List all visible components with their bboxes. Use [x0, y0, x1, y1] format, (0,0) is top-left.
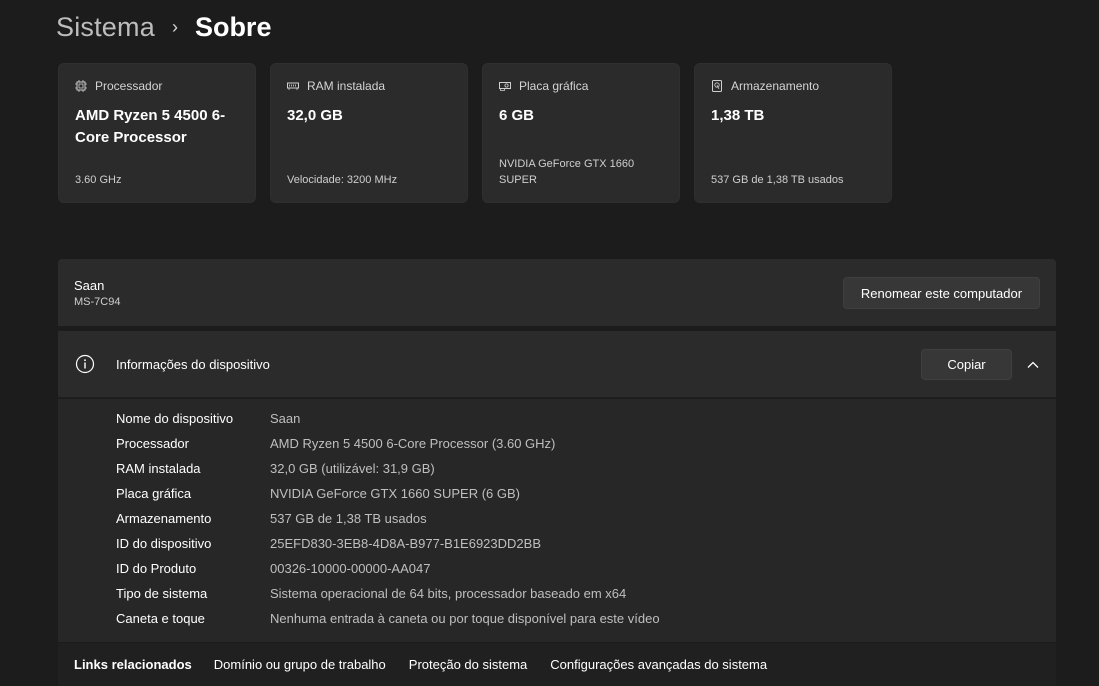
rename-computer-button[interactable]: Renomear este computador	[843, 277, 1040, 309]
spec-key: Placa gráfica	[116, 485, 192, 501]
spec-cards: Processador AMD Ryzen 5 4500 6-Core Proc…	[58, 63, 892, 203]
spec-key: RAM instalada	[116, 460, 201, 476]
spec-value: Saan	[270, 410, 301, 426]
page-title: Sobre	[194, 11, 272, 42]
processor-card: Processador AMD Ryzen 5 4500 6-Core Proc…	[58, 63, 256, 203]
graphics-card: Placa gráfica 6 GB NVIDIA GeForce GTX 16…	[482, 63, 680, 203]
breadcrumb-parent-link[interactable]: Sistema	[56, 12, 155, 43]
card-label: Processador	[95, 79, 163, 93]
spec-key: Caneta e toque	[116, 610, 205, 626]
spec-row: Nome do dispositivo Saan	[116, 408, 300, 428]
card-detail: 3.60 GHz	[75, 174, 122, 186]
computer-name-row: Saan MS-7C94 Renomear este computador	[58, 259, 1056, 326]
spec-key: Nome do dispositivo	[116, 410, 234, 426]
spec-value: 32,0 GB (utilizável: 31,9 GB)	[270, 460, 435, 476]
computer-model: MS-7C94	[74, 296, 121, 308]
about-page: Sistema › Sobre Processador AMD Ryzen 5 …	[0, 0, 1099, 686]
link-domain-workgroup[interactable]: Domínio ou grupo de trabalho	[214, 657, 386, 672]
related-links-title: Links relacionados	[74, 657, 192, 672]
spec-row: ID do Produto 00326-10000-00000-AA047	[116, 558, 430, 578]
storage-icon	[712, 80, 722, 92]
spec-row: RAM instalada 32,0 GB (utilizável: 31,9 …	[116, 458, 435, 478]
card-detail: 537 GB de 1,38 TB usados	[711, 174, 844, 186]
card-value: 1,38 TB	[711, 107, 765, 124]
spec-key: ID do dispositivo	[116, 535, 212, 551]
card-value: 32,0 GB	[287, 107, 343, 124]
spec-key: Processador	[116, 435, 189, 451]
graphics-card-icon	[499, 82, 511, 91]
spec-row: Processador AMD Ryzen 5 4500 6-Core Proc…	[116, 433, 555, 453]
spec-value: Sistema operacional de 64 bits, processa…	[270, 585, 627, 601]
card-value: 6 GB	[499, 107, 535, 124]
ram-icon	[287, 82, 299, 90]
device-info-header[interactable]: Informações do dispositivo Copiar	[58, 331, 1056, 398]
spec-key: ID do Produto	[116, 560, 197, 576]
card-detail: Velocidade: 3200 MHz	[287, 174, 398, 186]
card-value: AMD Ryzen 5 4500 6-Core Processor	[75, 107, 226, 146]
storage-card: Armazenamento 1,38 TB 537 GB de 1,38 TB …	[694, 63, 892, 203]
breadcrumb-separator-icon: ›	[171, 16, 178, 37]
spec-value: AMD Ryzen 5 4500 6-Core Processor (3.60 …	[270, 435, 556, 451]
spec-key: Armazenamento	[116, 510, 212, 526]
breadcrumb: Sistema › Sobre	[56, 10, 271, 44]
device-info-body: Nome do dispositivo Saan Processador AMD…	[58, 399, 1056, 642]
spec-row: ID do dispositivo 25EFD830-3EB8-4D8A-B97…	[116, 533, 541, 553]
spec-key: Tipo de sistema	[116, 585, 208, 601]
copy-button[interactable]: Copiar	[921, 349, 1012, 380]
spec-value: Nenhuma entrada à caneta ou por toque di…	[270, 610, 660, 626]
spec-row: Armazenamento 537 GB de 1,38 TB usados	[116, 508, 427, 528]
link-advanced-system-settings[interactable]: Configurações avançadas do sistema	[550, 657, 767, 672]
chevron-up-icon[interactable]	[1026, 358, 1040, 372]
spec-row: Tipo de sistema Sistema operacional de 6…	[116, 583, 626, 603]
processor-icon	[75, 80, 87, 92]
info-icon	[75, 354, 95, 374]
spec-value: 537 GB de 1,38 TB usados	[270, 510, 427, 526]
spec-value: 25EFD830-3EB8-4D8A-B977-B1E6923DD2BB	[270, 535, 541, 551]
computer-name: Saan	[74, 278, 105, 293]
spec-value: 00326-10000-00000-AA047	[270, 560, 431, 576]
spec-row: Placa gráfica NVIDIA GeForce GTX 1660 SU…	[116, 483, 520, 503]
card-label: RAM instalada	[307, 79, 386, 93]
device-info-title: Informações do dispositivo	[116, 357, 270, 372]
card-detail: NVIDIA GeForce GTX 1660 SUPER	[499, 158, 635, 186]
spec-row: Caneta e toque Nenhuma entrada à caneta …	[116, 608, 660, 628]
ram-card: RAM instalada 32,0 GB Velocidade: 3200 M…	[270, 63, 468, 203]
card-label: Placa gráfica	[519, 79, 589, 93]
related-links-bar: Links relacionados Domínio ou grupo de t…	[58, 643, 1056, 686]
spec-value: NVIDIA GeForce GTX 1660 SUPER (6 GB)	[270, 485, 520, 501]
link-system-protection[interactable]: Proteção do sistema	[409, 657, 528, 672]
card-label: Armazenamento	[731, 79, 820, 93]
